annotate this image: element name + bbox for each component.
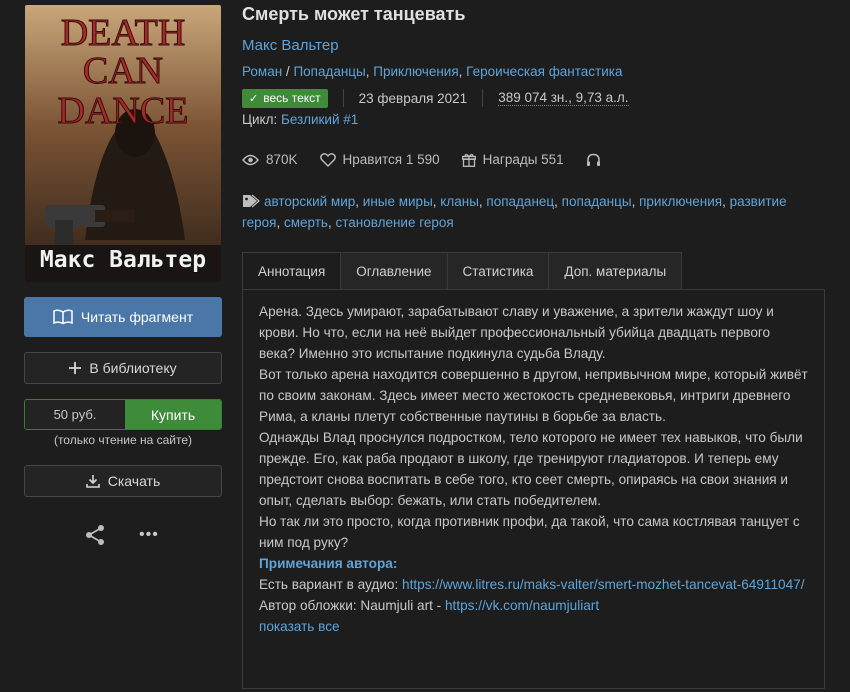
meta-divider xyxy=(482,89,484,107)
cover-author-link[interactable]: https://vk.com/naumjuliart xyxy=(445,598,599,613)
buy-button[interactable]: Купить xyxy=(125,400,221,429)
book-meta: ✓ весь текст 23 февраля 2021 389 074 зн.… xyxy=(242,88,629,108)
cycle-info: Цикл: Безликий #1 xyxy=(242,112,358,127)
stats-bar: 870K Нравится 1 590 Награды 551 xyxy=(242,152,630,167)
genres: Роман / Попаданцы, Приключения, Героичес… xyxy=(242,64,623,79)
tag-link[interactable]: приключения xyxy=(639,194,722,209)
annotation-paragraph: Но так ли это просто, когда противник пр… xyxy=(259,514,800,550)
tags: авторский мир, иные миры, кланы, попадан… xyxy=(242,194,787,230)
plus-icon xyxy=(69,362,82,374)
check-icon: ✓ xyxy=(249,92,259,105)
genre-link[interactable]: Героическая фантастика xyxy=(466,64,622,79)
tag-icon xyxy=(243,194,260,208)
tab-statistics[interactable]: Статистика xyxy=(447,252,550,290)
more-icon[interactable]: ••• xyxy=(139,526,159,544)
likes-stat[interactable]: Нравится 1 590 xyxy=(319,152,440,167)
add-to-library-label: В библиотеку xyxy=(89,360,177,376)
status-badge-label: весь текст xyxy=(263,91,321,105)
status-badge: ✓ весь текст xyxy=(242,88,328,108)
add-to-library-button[interactable]: В библиотеку xyxy=(24,352,222,384)
tag-link[interactable]: попаданец xyxy=(486,194,554,209)
headphones-icon xyxy=(586,153,600,166)
views-count: 870K xyxy=(266,152,298,167)
audio-note-label: Есть вариант в аудио: xyxy=(259,577,403,592)
tag-link[interactable]: становление героя xyxy=(335,215,453,230)
book-size[interactable]: 389 074 зн., 9,73 а.л. xyxy=(498,90,629,106)
heart-icon xyxy=(319,152,336,167)
cover-note-label: Автор обложки: Naumjuli art - xyxy=(259,598,445,613)
author-link[interactable]: Макс Вальтер xyxy=(242,37,339,54)
tag-link[interactable]: кланы xyxy=(440,194,479,209)
tab-extra-materials[interactable]: Доп. материалы xyxy=(549,252,683,290)
publish-date: 23 февраля 2021 xyxy=(358,90,468,106)
cover-note: Автор обложки: Naumjuli art - https://vk… xyxy=(259,595,809,616)
cover-title-line1: DEATH xyxy=(61,12,186,54)
show-all-link[interactable]: показать все xyxy=(259,619,340,634)
cycle-link[interactable]: Безликий #1 xyxy=(281,112,358,127)
tag-link[interactable]: смерть xyxy=(284,215,328,230)
likes-label: Нравится 1 590 xyxy=(342,152,440,167)
download-button[interactable]: Скачать xyxy=(24,465,222,497)
gift-icon xyxy=(461,153,476,167)
author-notes-heading: Примечания автора: xyxy=(259,556,398,571)
tag-link[interactable]: иные миры xyxy=(363,194,433,209)
cover-title-line2: CAN xyxy=(83,50,163,92)
genre-link[interactable]: Попаданцы xyxy=(293,64,365,79)
read-fragment-label: Читать фрагмент xyxy=(80,309,194,325)
tab-contents[interactable]: Оглавление xyxy=(341,252,448,290)
tag-link[interactable]: авторский мир xyxy=(264,194,355,209)
share-icon[interactable] xyxy=(84,524,106,549)
eye-icon xyxy=(242,154,259,165)
genre-separator: / xyxy=(282,64,294,79)
buy-note: (только чтение на сайте) xyxy=(53,433,193,447)
genre-link[interactable]: Роман xyxy=(242,64,282,79)
annotation-paragraph: Однажды Влад проснулся подростком, тело … xyxy=(259,430,803,508)
price-label: 50 руб. xyxy=(25,400,125,429)
views-stat: 870K xyxy=(242,152,298,167)
read-fragment-button[interactable]: Читать фрагмент xyxy=(24,297,222,337)
awards-stat[interactable]: Награды 551 xyxy=(461,152,564,167)
meta-divider xyxy=(342,89,344,107)
cycle-label: Цикл: xyxy=(242,112,278,127)
tabs: Аннотация Оглавление Статистика Доп. мат… xyxy=(242,252,683,290)
book-cover[interactable]: DEATH CAN DANCE Макс Вальтер xyxy=(25,5,221,282)
genre-link[interactable]: Приключения xyxy=(373,64,458,79)
annotation-paragraph: Арена. Здесь умирают, зарабатывают славу… xyxy=(259,304,774,361)
audio-stat[interactable] xyxy=(586,153,608,167)
annotation-paragraph: Вот только арена находится совершенно в … xyxy=(259,367,808,424)
download-icon xyxy=(85,474,100,488)
book-title: Смерть может танцевать xyxy=(242,4,466,24)
buy-group: 50 руб. Купить xyxy=(24,399,222,430)
book-open-icon xyxy=(53,309,73,325)
cover-author: Макс Вальтер xyxy=(40,247,206,273)
download-label: Скачать xyxy=(107,473,161,489)
cover-title-line3: DANCE xyxy=(58,90,189,132)
annotation-panel: Арена. Здесь умирают, зарабатывают славу… xyxy=(242,289,825,689)
awards-label: Награды 551 xyxy=(482,152,564,167)
tag-link[interactable]: попаданцы xyxy=(562,194,632,209)
audio-link[interactable]: https://www.litres.ru/maks-valter/smert-… xyxy=(402,577,804,592)
tab-annotation[interactable]: Аннотация xyxy=(242,252,342,290)
audio-note: Есть вариант в аудио: https://www.litres… xyxy=(259,574,809,595)
